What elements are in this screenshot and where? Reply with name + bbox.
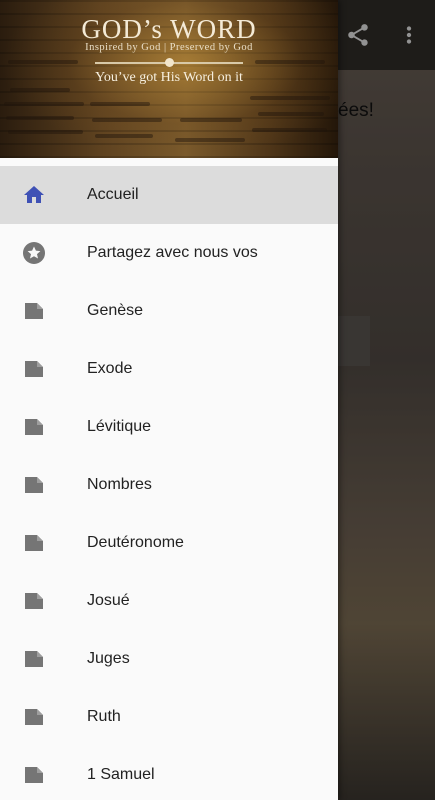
- menu-item-nombres[interactable]: Nombres: [0, 456, 338, 514]
- menu-item-label: Genèse: [87, 302, 144, 319]
- drawer-header: GOD’s WORD Inspired by God | Preserved b…: [0, 0, 338, 158]
- drawer-menu: Accueil Partagez avec nous vos Genèse Ex…: [0, 158, 338, 800]
- book-icon: [22, 589, 46, 613]
- menu-item-juges[interactable]: Juges: [0, 630, 338, 688]
- header-subtitle: Inspired by God | Preserved by God: [85, 42, 253, 53]
- menu-item-label: Ruth: [87, 708, 121, 725]
- menu-item-ruth[interactable]: Ruth: [0, 688, 338, 746]
- book-icon: [22, 705, 46, 729]
- navigation-drawer: GOD’s WORD Inspired by God | Preserved b…: [0, 0, 338, 800]
- menu-item-label: Partagez avec nous vos: [87, 244, 258, 261]
- book-icon: [22, 415, 46, 439]
- menu-item-label: Josué: [87, 592, 130, 609]
- menu-item-label: Deutéronome: [87, 534, 184, 551]
- book-icon: [22, 473, 46, 497]
- menu-item-genese[interactable]: Genèse: [0, 282, 338, 340]
- menu-item-label: Juges: [87, 650, 130, 667]
- book-icon: [22, 531, 46, 555]
- menu-item-deuteronome[interactable]: Deutéronome: [0, 514, 338, 572]
- header-title: GOD’s WORD: [81, 14, 257, 44]
- menu-item-label: Nombres: [87, 476, 152, 493]
- menu-item-label: Exode: [87, 360, 133, 377]
- menu-item-accueil[interactable]: Accueil: [0, 166, 338, 224]
- home-icon: [22, 183, 46, 207]
- star-icon: [22, 241, 46, 265]
- menu-item-1-samuel[interactable]: 1 Samuel: [0, 746, 338, 800]
- menu-item-josue[interactable]: Josué: [0, 572, 338, 630]
- header-tagline: You’ve got His Word on it: [95, 70, 243, 85]
- header-divider-ornament: [165, 58, 174, 67]
- book-icon: [22, 763, 46, 787]
- menu-item-partagez[interactable]: Partagez avec nous vos: [0, 224, 338, 282]
- book-icon: [22, 647, 46, 671]
- book-icon: [22, 357, 46, 381]
- menu-item-levitique[interactable]: Lévitique: [0, 398, 338, 456]
- menu-item-exode[interactable]: Exode: [0, 340, 338, 398]
- menu-item-label: Accueil: [87, 186, 139, 203]
- book-icon: [22, 299, 46, 323]
- menu-item-label: 1 Samuel: [87, 766, 155, 783]
- menu-item-label: Lévitique: [87, 418, 152, 435]
